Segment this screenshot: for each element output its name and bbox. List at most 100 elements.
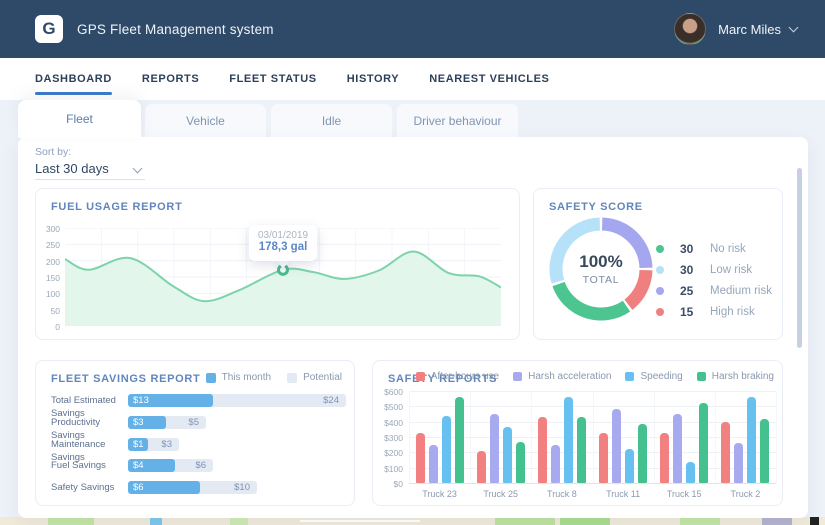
x-axis-tick: Truck 23	[422, 489, 457, 499]
legend-value: 30	[680, 241, 694, 256]
bar-speeding	[502, 427, 512, 483]
donut-total-label: TOTAL	[582, 274, 620, 286]
app-logo-icon: G	[35, 15, 63, 43]
fuel-y-tick: 300	[45, 224, 60, 234]
gridline	[531, 391, 533, 483]
nav-item-reports[interactable]: REPORTS	[142, 67, 199, 91]
map-building	[810, 517, 819, 525]
map-park	[230, 517, 248, 525]
bar-harsh-braking	[515, 441, 525, 483]
background-map	[0, 517, 825, 525]
bar-after-hours-use	[660, 433, 670, 483]
this-month-bar: $4	[128, 459, 175, 473]
donut-center: 100% TOTAL	[549, 217, 653, 321]
x-axis-tick: Truck 25	[483, 489, 519, 499]
app-header: G GPS Fleet Management system Marc Miles	[0, 0, 825, 58]
card-title: SAFETY SCORE	[549, 201, 643, 213]
map-park	[560, 517, 610, 525]
map-park	[495, 517, 555, 525]
y-axis-tick: $600	[384, 387, 403, 397]
sort-value: Last 30 days	[35, 161, 109, 176]
user-menu[interactable]: Marc Miles	[674, 0, 799, 58]
legend-item-medium-risk: 25 Medium risk	[656, 280, 772, 301]
savings-row-track: $24 $13	[128, 394, 346, 407]
bar-after-hours-use	[721, 422, 731, 483]
fuel-y-tick: 200	[45, 256, 60, 267]
chevron-down-icon	[132, 163, 143, 174]
tooltip-value: 178,3 gal	[258, 241, 308, 253]
scrollbar-thumb[interactable]	[797, 168, 802, 348]
map-water	[150, 517, 162, 525]
tab-vehicle[interactable]: Vehicle	[144, 103, 267, 137]
map-building	[762, 517, 792, 525]
gridline	[470, 391, 472, 483]
legend-label: Low risk	[710, 263, 753, 276]
gridline	[714, 391, 716, 483]
bar-speeding	[563, 397, 573, 483]
safety-reports-card: SAFETY REPORTS After-hours use Harsh acce…	[372, 360, 783, 506]
tab-driver-behaviour[interactable]: Driver behaviour	[396, 103, 519, 137]
x-axis-tick: Truck 2	[730, 489, 761, 499]
map-park	[680, 517, 720, 525]
legend-item-high-risk: 15 High risk	[656, 301, 772, 322]
nav-item-history[interactable]: HISTORY	[347, 67, 400, 91]
nav-item-fleet-status[interactable]: FLEET STATUS	[229, 67, 316, 91]
avatar	[674, 13, 707, 45]
bar-harsh-braking	[638, 424, 648, 483]
legend-swatch-icon	[287, 372, 298, 383]
bar-harsh-acceleration	[673, 414, 683, 483]
legend-dot-icon	[656, 286, 664, 295]
bar-harsh-acceleration	[489, 414, 499, 483]
fuel-y-tick: 0	[55, 322, 60, 332]
dashboard-panel: Sort by: Last 30 days FUEL USAGE REPORT …	[18, 137, 808, 518]
this-month-bar: $3	[128, 415, 166, 429]
chevron-down-icon	[788, 22, 799, 33]
sort-by-label: Sort by:	[35, 146, 72, 158]
bar-speeding	[747, 397, 757, 483]
savings-row-track: $6 $4	[128, 459, 346, 473]
gridline	[776, 391, 777, 483]
logo-letter: G	[42, 19, 56, 38]
card-title: FLEET SAVINGS REPORT	[51, 373, 201, 385]
legend-item-low-risk: 30 Low risk	[656, 259, 772, 280]
legend-item-potential: Potential	[287, 372, 342, 383]
this-month-bar: $1	[128, 437, 148, 451]
user-name: Marc Miles	[718, 21, 781, 37]
savings-row-track: $3 $1	[128, 437, 346, 451]
gridline	[409, 483, 776, 484]
tab-fleet[interactable]: Fleet	[18, 100, 141, 138]
bar-after-hours-use	[415, 433, 425, 483]
legend-label: Medium risk	[710, 284, 772, 297]
fuel-y-tick: 100	[45, 289, 60, 300]
bar-after-hours-use	[476, 450, 486, 483]
gridline	[592, 391, 594, 483]
sort-dropdown[interactable]: Last 30 days	[35, 160, 145, 180]
y-axis-tick: $200	[384, 448, 403, 459]
legend-item-this-month: This month	[205, 372, 271, 383]
bar-speeding	[625, 448, 635, 483]
this-month-bar: $13	[128, 394, 213, 407]
x-axis-tick: Truck 8	[547, 489, 577, 499]
bar-harsh-braking	[576, 417, 586, 483]
y-axis-tick: $300	[384, 433, 403, 443]
bar-harsh-acceleration	[612, 409, 622, 483]
nav-item-dashboard[interactable]: DASHBOARD	[35, 67, 112, 95]
savings-row-track: $5 $3	[128, 415, 346, 429]
bar-harsh-acceleration	[734, 443, 744, 483]
map-park	[48, 517, 94, 525]
fuel-y-tick: 150	[45, 273, 60, 283]
legend-item-no-risk: 30 No risk	[656, 238, 772, 259]
bar-after-hours-use	[537, 417, 547, 483]
y-axis-tick: $0	[393, 479, 403, 489]
donut-total-value: 100%	[579, 252, 623, 271]
main-nav: DASHBOARD REPORTS FLEET STATUS HISTORY NEARE…	[0, 58, 825, 100]
legend-value: 30	[680, 262, 694, 277]
tab-idle[interactable]: Idle	[270, 103, 393, 137]
safety-score-legend: 30 No risk 30 Low risk 25 Medium risk 15 High r…	[656, 238, 772, 322]
x-axis-tick: Truck 11	[606, 489, 641, 499]
app-window: G GPS Fleet Management system Marc Miles…	[0, 0, 825, 525]
y-axis-tick: $500	[384, 402, 403, 413]
nav-item-nearest-vehicles[interactable]: NEAREST VEHICLES	[429, 67, 549, 91]
legend-label: High risk	[710, 305, 755, 318]
safety-reports-chart: $0 $100 $200 $300 $400 $500 $600 Truck 23 Truck …	[373, 361, 782, 505]
